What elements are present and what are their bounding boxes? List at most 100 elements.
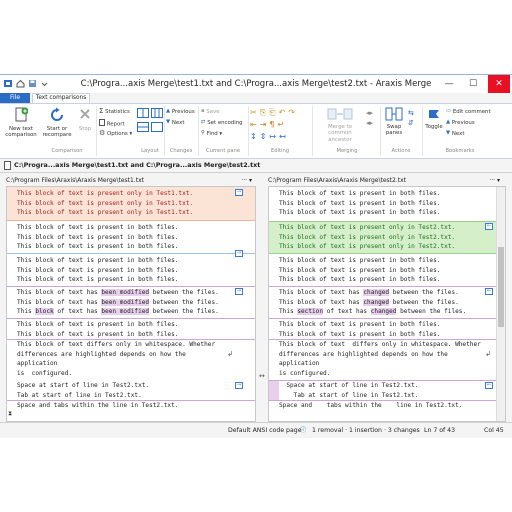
info-icon: ⓘ <box>300 427 307 434</box>
code-line: differences are highlighted depends on h… <box>279 350 448 358</box>
code-line: This block of text is present in both fi… <box>279 257 441 264</box>
ribbon-separator <box>96 106 97 156</box>
comment-icon: ▭ <box>446 108 452 114</box>
layout-vertical-icon[interactable] <box>137 122 149 134</box>
code-line: Space and tabs within the line in Test2.… <box>17 402 179 409</box>
layout-pane-icon[interactable] <box>137 108 149 120</box>
statistics-label: Statistics <box>105 109 130 115</box>
code-line: Space and tabs within the line in Test2.… <box>279 402 463 409</box>
text-run: between the files. <box>389 298 459 306</box>
status-bar: Default ANSI code page ⓘ 1 removal · 1 i… <box>0 422 512 438</box>
layout-detail-icon[interactable] <box>151 122 163 134</box>
code-line: Space at start of line in Test2.txt. <box>279 382 419 389</box>
ribbon-separator <box>164 106 165 156</box>
code-line: This block of text is present only in Te… <box>279 224 456 231</box>
code-line: This block of text has changed between t… <box>269 288 505 298</box>
new-text-comparison-button[interactable]: New text comparison <box>4 107 38 139</box>
next-change-button[interactable]: ▼ Next <box>166 119 184 127</box>
next-bookmark-button[interactable]: ▼ Next <box>446 130 464 138</box>
refresh-icon <box>51 107 63 121</box>
right-file-path[interactable]: C:\Program Files\Araxis\Araxis Merge\tes… <box>268 177 406 184</box>
statistics-button[interactable]: Σ Statistics <box>99 108 130 116</box>
code-line: This block of text is present in both fi… <box>17 276 179 283</box>
tab-file[interactable]: File <box>0 93 30 103</box>
stop-label: Stop <box>78 125 92 132</box>
maximize-button[interactable]: ☐ <box>462 75 484 93</box>
tab-text-comparisons[interactable]: Text comparisons <box>32 93 90 103</box>
right-path-menu-icon[interactable]: ··· ▾ <box>489 175 500 186</box>
changed-text: changed <box>363 298 390 306</box>
arrow-down-icon: ▼ <box>166 119 171 125</box>
link-strip: ↔ <box>257 186 267 422</box>
insertion-marker <box>7 253 255 254</box>
ribbon-separator <box>422 106 423 156</box>
start-recompare-button[interactable]: Start or recompare <box>40 107 74 139</box>
arrow-up-icon: ▲ <box>166 108 171 114</box>
merge-icon <box>327 108 353 120</box>
code-line: This block of text is present only in Te… <box>17 190 194 197</box>
code-line: is configured. <box>17 369 73 377</box>
merge-ancestor-label-2: ancestor <box>328 136 352 143</box>
merge-to-common-ancestor-button[interactable]: Merge to common ancestor <box>316 107 364 143</box>
swap-panes-button[interactable]: Swap panes <box>382 107 406 137</box>
document-tab[interactable]: C:\Progra...axis Merge\test1.txt and C:\… <box>14 161 260 169</box>
left-text-pane[interactable]: → This block of text is present only in … <box>6 186 256 422</box>
next-bookmark-label: Next <box>451 131 465 137</box>
text-run: This <box>279 308 298 315</box>
layout-three-way-icon[interactable] <box>151 108 163 120</box>
new-text-label-2: comparison <box>5 132 37 138</box>
minimize-button[interactable]: — <box>438 75 460 93</box>
set-encoding-button[interactable]: ⇄ Set encoding <box>201 119 243 127</box>
find-label: Find <box>206 131 218 137</box>
right-text-pane[interactable]: This block of text is present in both fi… <box>268 186 506 422</box>
edit-comment-button[interactable]: ▭ Edit comment <box>446 108 491 116</box>
toggle-bookmark-button[interactable]: Toggle <box>424 107 444 130</box>
group-layout: Layout <box>141 148 159 154</box>
merge-arrows-icon[interactable]: ◂▸ ◂▸ <box>366 108 373 128</box>
code-line: This block of text has been modified bet… <box>7 298 255 308</box>
bookmark-icon <box>429 110 439 118</box>
document-tab-bar: C:\Progra...axis Merge\test1.txt and C:\… <box>0 159 512 173</box>
code-line: This block of text is present in both fi… <box>279 321 441 328</box>
stop-icon <box>80 109 90 119</box>
sigma-icon: Σ <box>99 107 104 115</box>
ribbon-separator <box>248 106 249 156</box>
scrollbar-thumb[interactable] <box>498 247 504 327</box>
report-icon <box>99 119 105 129</box>
previous-change-button[interactable]: ▲ Previous <box>166 108 195 116</box>
code-line: This block of text is present only in Te… <box>279 233 456 241</box>
left-path-menu-icon[interactable]: ··· ▾ <box>241 175 252 186</box>
swap-icon <box>385 107 403 121</box>
vertical-scrollbar[interactable] <box>496 187 505 421</box>
options-button[interactable]: ⚙ Options ▾ <box>99 130 132 138</box>
left-path-bar: C:\Program Files\Araxis\Araxis Merge\tes… <box>6 175 256 186</box>
ribbon-separator <box>380 106 381 156</box>
group-current-pane: Current pane <box>205 148 241 154</box>
code-line: This block of text is present in both fi… <box>17 266 179 274</box>
previous-bookmark-button[interactable]: ▲ Previous <box>446 119 475 127</box>
report-button[interactable]: Report <box>99 119 125 129</box>
code-line: This section of text has changed between… <box>269 307 505 317</box>
save-button[interactable]: ▪ Save <box>201 108 220 116</box>
text-run: of text has <box>53 308 102 315</box>
find-button[interactable]: ⚲ Find ▾ <box>201 130 222 138</box>
ribbon-separator <box>198 106 199 156</box>
set-encoding-label: Set encoding <box>207 120 243 126</box>
editing-format-icons[interactable]: ⇤⇥¶↵ <box>250 120 310 129</box>
code-line: This block of text is present in both fi… <box>279 330 441 338</box>
actions-icons[interactable]: ⇆ ⇵ <box>408 108 414 128</box>
binoculars-icon: ⚲ <box>201 130 205 136</box>
ribbon: New text comparison Start or recompare S… <box>0 103 512 159</box>
encoding-status[interactable]: Default ANSI code page <box>228 423 302 438</box>
close-button[interactable]: ✕ <box>488 75 510 93</box>
editing-clipboard-icons[interactable]: ✂⎘⎗↶↷ <box>250 108 310 118</box>
code-line: This block of text is present only in Te… <box>17 199 194 207</box>
previous-bookmark-label: Previous <box>451 120 475 126</box>
code-line: This block of text is present in both fi… <box>17 257 179 264</box>
editing-navigation-icons[interactable]: ↕⇕↦↤ <box>250 132 310 141</box>
group-actions: Actions <box>391 148 411 154</box>
left-file-path[interactable]: C:\Program Files\Araxis\Araxis Merge\tes… <box>6 177 144 184</box>
text-run: This block of text has <box>279 289 364 296</box>
changed-text: block <box>35 308 54 315</box>
stop-button[interactable]: Stop <box>76 107 94 132</box>
